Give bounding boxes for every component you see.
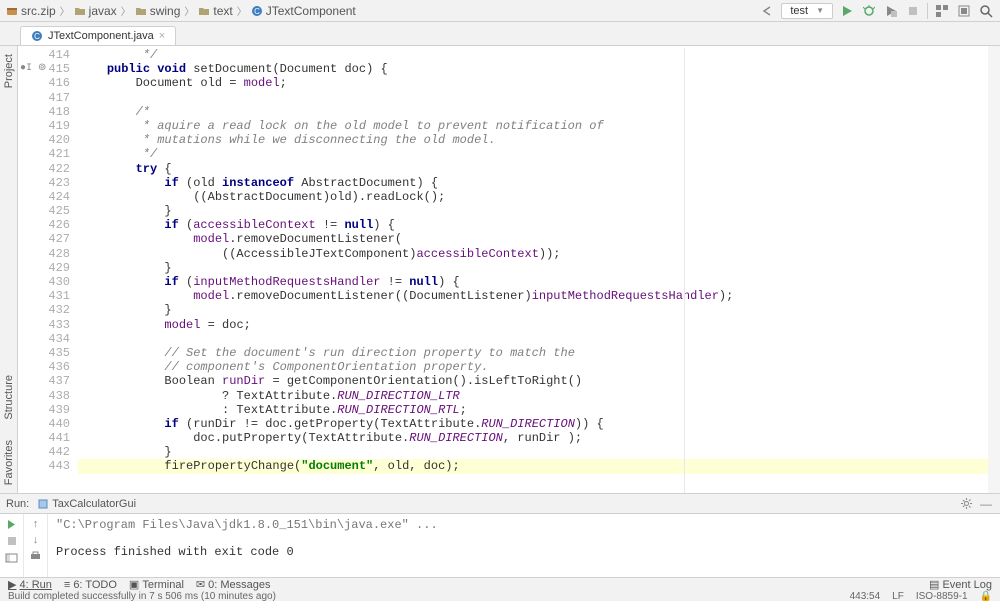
- run-body: ↑ ↓ "C:\Program Files\Java\jdk1.8.0_151\…: [0, 514, 1000, 577]
- app-icon: [37, 498, 49, 510]
- messages-icon: ✉: [196, 578, 205, 591]
- class-icon: C: [31, 30, 43, 42]
- editor-tabs-bar: C JTextComponent.java ×: [0, 22, 1000, 46]
- todo-tab[interactable]: ≡6: TODO: [64, 579, 117, 591]
- run-label: Run:: [6, 498, 29, 510]
- editor[interactable]: 414415●I ⊚416417418419420421422423424425…: [18, 46, 1000, 493]
- breadcrumb-label: swing: [150, 4, 181, 18]
- back-arrow-icon[interactable]: [759, 3, 775, 19]
- bottom-tool-window-bar: ▶4: Run ≡6: TODO ▣Terminal ✉0: Messages …: [0, 577, 1000, 591]
- breadcrumb-item[interactable]: C JTextComponent: [251, 4, 356, 18]
- minimize-icon[interactable]: —: [978, 496, 994, 512]
- breadcrumb-item[interactable]: swing: [135, 4, 181, 18]
- project-structure-icon[interactable]: [934, 3, 950, 19]
- lock-icon[interactable]: 🔒: [980, 591, 992, 602]
- restore-layout-icon[interactable]: [5, 551, 18, 564]
- run-config-dropdown[interactable]: test ▼: [781, 3, 833, 19]
- right-margin-line: [684, 48, 685, 493]
- run-controls: ↑ ↓: [0, 514, 48, 577]
- folder-icon: [74, 5, 86, 17]
- log-icon: ▤: [929, 578, 939, 591]
- output-line: Process finished with exit code 0: [56, 545, 992, 560]
- project-tool-tab[interactable]: Project: [1, 46, 17, 96]
- messages-tab[interactable]: ✉0: Messages: [196, 578, 271, 591]
- settings-icon[interactable]: [956, 3, 972, 19]
- breadcrumb-item[interactable]: src.zip: [6, 4, 56, 18]
- cursor-position[interactable]: 443:54: [850, 591, 881, 602]
- run-config-label: TaxCalculatorGui: [52, 498, 136, 510]
- run-header: Run: TaxCalculatorGui —: [0, 494, 1000, 514]
- tab-label: JTextComponent.java: [48, 30, 154, 42]
- status-bar: Build completed successfully in 7 s 506 …: [0, 591, 1000, 601]
- event-log-tab[interactable]: ▤Event Log: [929, 578, 992, 591]
- svg-text:C: C: [254, 7, 260, 16]
- breadcrumb-item[interactable]: text: [198, 4, 232, 18]
- search-icon[interactable]: [978, 3, 994, 19]
- up-arrow-icon[interactable]: ↑: [33, 518, 39, 530]
- run-button[interactable]: [839, 3, 855, 19]
- chevron-down-icon: ▼: [816, 6, 824, 15]
- scrollbar[interactable]: [988, 46, 1000, 493]
- status-message: Build completed successfully in 7 s 506 …: [8, 591, 276, 602]
- output-line: "C:\Program Files\Java\jdk1.8.0_151\bin\…: [56, 518, 992, 533]
- print-icon[interactable]: [29, 550, 42, 563]
- left-tool-window-bar: Project Structure Favorites: [0, 46, 18, 493]
- chevron-right-icon: 〉: [184, 3, 194, 18]
- folder-icon: [135, 5, 147, 17]
- run-icon: ▶: [8, 578, 16, 591]
- chevron-right-icon: 〉: [237, 3, 247, 18]
- coverage-button[interactable]: [883, 3, 899, 19]
- run-config-name[interactable]: TaxCalculatorGui: [37, 498, 136, 510]
- debug-button[interactable]: [861, 3, 877, 19]
- run-tool-window: Run: TaxCalculatorGui — ↑ ↓ "C:\Program …: [0, 493, 1000, 577]
- breadcrumb: src.zip 〉 javax 〉 swing 〉 text 〉 C JText…: [6, 3, 759, 18]
- console-output[interactable]: "C:\Program Files\Java\jdk1.8.0_151\bin\…: [48, 514, 1000, 577]
- gear-icon[interactable]: [958, 496, 974, 512]
- svg-text:C: C: [34, 32, 40, 41]
- chevron-right-icon: 〉: [60, 3, 70, 18]
- run-tab[interactable]: ▶4: Run: [8, 578, 52, 591]
- terminal-tab[interactable]: ▣Terminal: [129, 578, 184, 591]
- structure-tool-tab[interactable]: Structure: [1, 367, 17, 428]
- rerun-button[interactable]: [5, 518, 18, 531]
- class-icon: C: [251, 5, 263, 17]
- navigation-bar: src.zip 〉 javax 〉 swing 〉 text 〉 C JText…: [0, 0, 1000, 22]
- down-arrow-icon[interactable]: ↓: [33, 534, 39, 546]
- file-encoding[interactable]: ISO-8859-1: [916, 591, 968, 602]
- breadcrumb-label: src.zip: [21, 4, 56, 18]
- line-separator[interactable]: LF: [892, 591, 904, 602]
- stop-button[interactable]: [905, 3, 921, 19]
- favorites-tool-tab[interactable]: Favorites: [1, 432, 17, 493]
- editor-tab[interactable]: C JTextComponent.java ×: [20, 26, 176, 45]
- breadcrumb-label: javax: [89, 4, 117, 18]
- breadcrumb-label: JTextComponent: [266, 4, 356, 18]
- toolbar-right: test ▼: [759, 3, 994, 19]
- todo-icon: ≡: [64, 579, 70, 591]
- chevron-right-icon: 〉: [121, 3, 131, 18]
- breadcrumb-item[interactable]: javax: [74, 4, 117, 18]
- terminal-icon: ▣: [129, 578, 139, 591]
- stop-button[interactable]: [6, 535, 18, 547]
- folder-icon: [198, 5, 210, 17]
- code-content[interactable]: */ public void setDocument(Document doc)…: [78, 46, 1000, 493]
- line-numbers: 414415●I ⊚416417418419420421422423424425…: [18, 46, 78, 493]
- breadcrumb-label: text: [213, 4, 232, 18]
- archive-icon: [6, 5, 18, 17]
- close-icon[interactable]: ×: [159, 30, 165, 42]
- separator: [927, 3, 928, 19]
- run-config-label: test: [790, 5, 808, 17]
